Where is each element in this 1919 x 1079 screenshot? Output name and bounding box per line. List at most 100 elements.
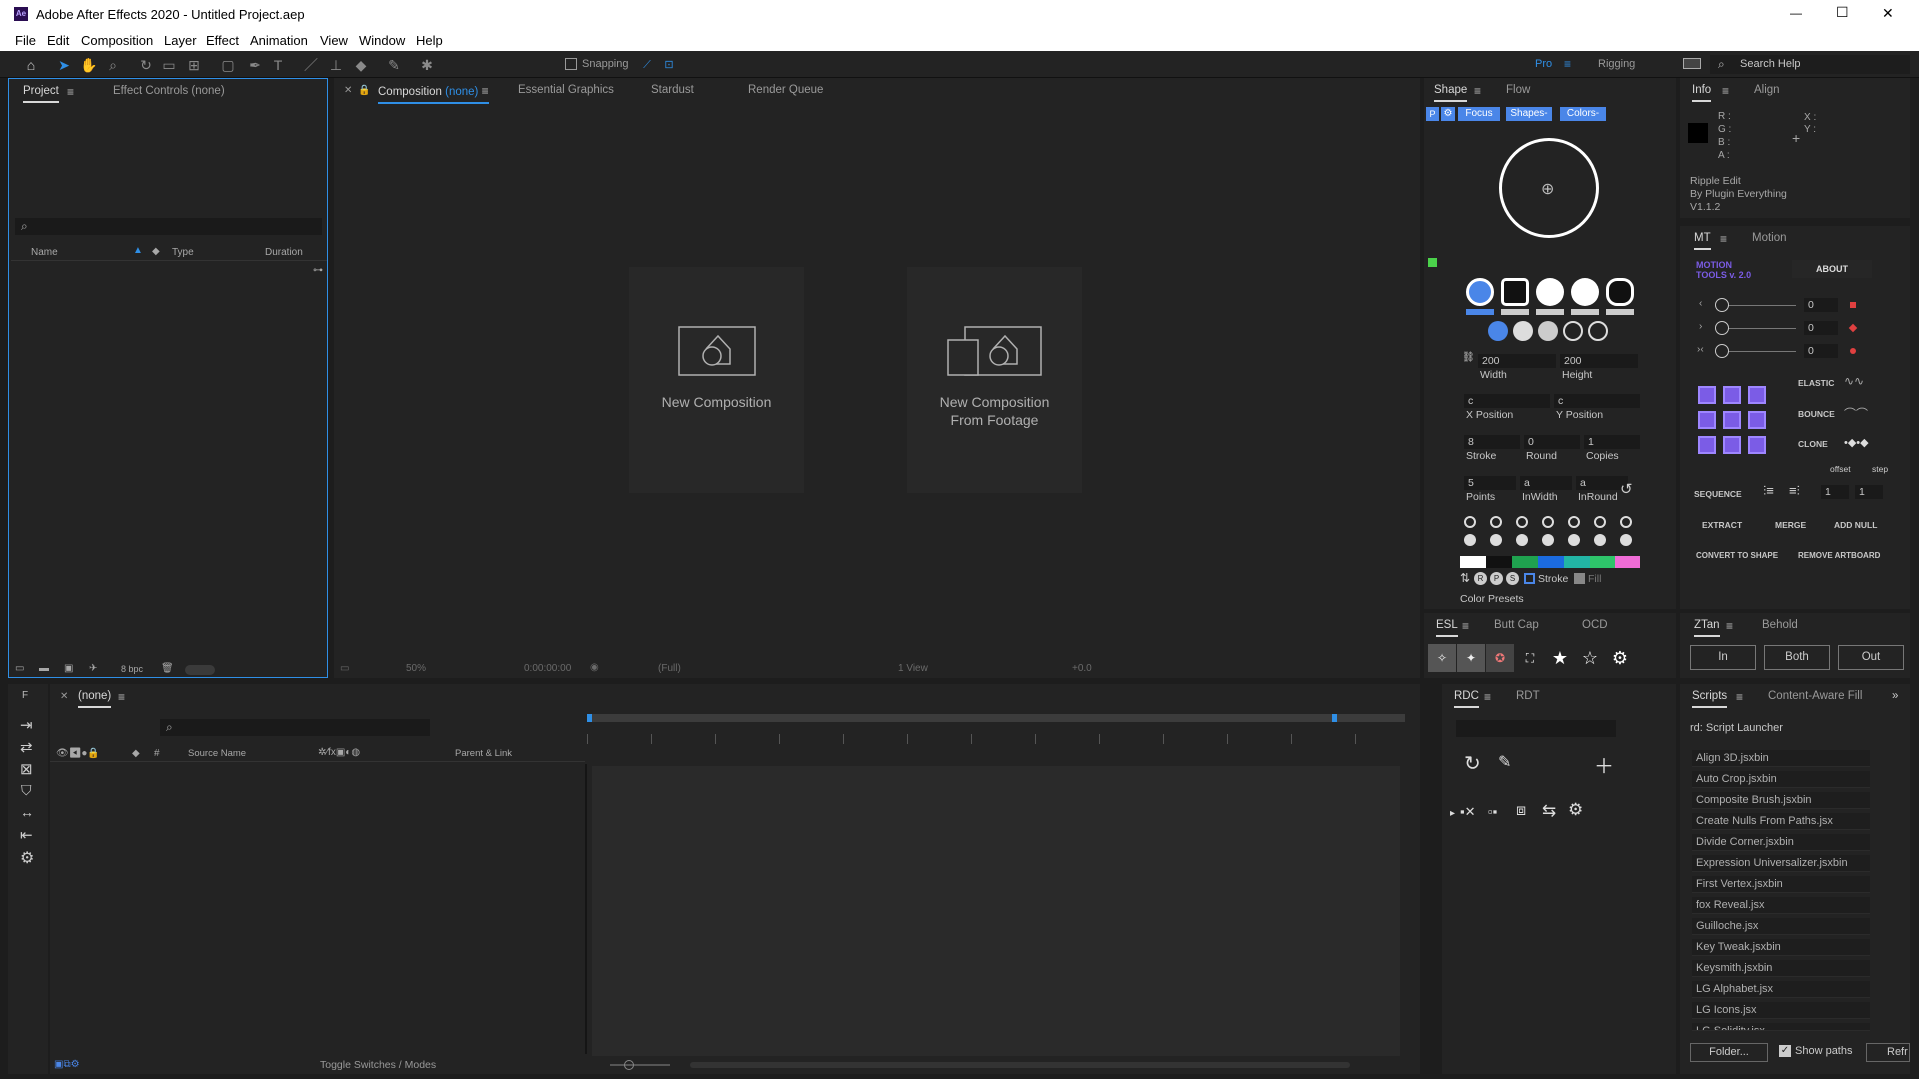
step-field[interactable]: 1 xyxy=(1855,485,1883,499)
focus-button[interactable]: Focus xyxy=(1458,107,1500,121)
current-time[interactable]: 0:00:00:00 xyxy=(524,663,571,674)
tab-essential-graphics[interactable]: Essential Graphics xyxy=(518,84,614,96)
stroke-checkbox[interactable] xyxy=(1524,573,1535,584)
ztan-in-button[interactable]: In xyxy=(1690,645,1756,670)
fill-mode-4[interactable] xyxy=(1563,321,1583,341)
lock-icon[interactable]: 🔒 xyxy=(358,85,370,96)
green-indicator[interactable] xyxy=(1428,258,1437,267)
horizontal-split-button[interactable] xyxy=(1536,278,1564,306)
color-picker-bottom-1[interactable] xyxy=(1490,534,1502,546)
red-square-icon[interactable] xyxy=(1850,302,1856,308)
rotate-tool-icon[interactable]: ↻ xyxy=(137,56,155,74)
inwidth-field[interactable]: a xyxy=(1520,476,1572,490)
star-wand-icon[interactable]: ✧ xyxy=(1428,644,1456,672)
color-presets-label[interactable]: Color Presets xyxy=(1460,593,1524,605)
script-item[interactable]: Create Nulls From Paths.jsx xyxy=(1692,813,1870,830)
frame-select-icon[interactable]: ⧈ xyxy=(1516,802,1526,820)
fill-mode-5[interactable] xyxy=(1588,321,1608,341)
tab-render-queue[interactable]: Render Queue xyxy=(748,84,823,96)
tab-scripts[interactable]: Scripts xyxy=(1692,690,1728,708)
project-menu-icon[interactable]: ≡ xyxy=(67,85,74,99)
close-timeline-icon[interactable]: ✕ xyxy=(60,691,68,702)
camera-snapshot-icon[interactable]: ◉ xyxy=(590,662,599,673)
column-duration[interactable]: Duration xyxy=(265,247,303,258)
tab-mt[interactable]: MT xyxy=(1694,232,1711,250)
link-icon[interactable]: ⛓ xyxy=(1462,352,1475,363)
color-picker-bottom-6[interactable] xyxy=(1620,534,1632,546)
snap-edge-icon[interactable]: ⟋ xyxy=(638,56,656,74)
chevron-left-icon[interactable]: ‹ xyxy=(1699,298,1702,309)
new-folder-icon[interactable]: ▬ xyxy=(39,663,49,674)
anchor-cell-2-1[interactable] xyxy=(1723,436,1741,454)
tab-butt-cap[interactable]: Butt Cap xyxy=(1494,619,1539,631)
stretch-icon[interactable]: ↔ xyxy=(20,804,34,820)
menu-composition[interactable]: Composition xyxy=(81,33,153,48)
bounce-button[interactable]: BOUNCE xyxy=(1798,409,1835,419)
remove-nodes-icon[interactable]: ▪✕ xyxy=(1460,804,1476,820)
clone-button[interactable]: CLONE xyxy=(1798,439,1828,449)
anchor-cell-1-2[interactable] xyxy=(1748,411,1766,429)
toggle-switches-modes[interactable]: Toggle Switches / Modes xyxy=(320,1059,436,1071)
tab-content-aware-fill[interactable]: Content-Aware Fill xyxy=(1768,690,1862,702)
elastic-button[interactable]: ELASTIC xyxy=(1798,378,1834,388)
red-diamond-icon[interactable] xyxy=(1848,323,1858,333)
work-area-end[interactable] xyxy=(1332,714,1337,722)
fill-mode-2[interactable] xyxy=(1513,321,1533,341)
timeline-graph-area[interactable] xyxy=(592,766,1400,1056)
script-item[interactable]: fox Reveal.jsx xyxy=(1692,897,1870,914)
show-paths-checkbox[interactable]: ✓ xyxy=(1779,1045,1791,1057)
zoom-slider-knob[interactable] xyxy=(624,1060,634,1070)
color-picker-top-4[interactable] xyxy=(1568,516,1580,528)
menu-help[interactable]: Help xyxy=(416,33,443,48)
p-button[interactable]: P xyxy=(1426,107,1439,121)
sort-up-icon[interactable]: ▲ xyxy=(133,245,143,256)
align-left-icon[interactable]: ⇤ xyxy=(20,826,33,844)
type-tool-icon[interactable]: T xyxy=(269,56,287,74)
ztan-both-button[interactable]: Both xyxy=(1764,645,1830,670)
remove-artboard-button[interactable]: REMOVE ARTBOARD xyxy=(1798,551,1880,560)
stroke-field[interactable]: 8 xyxy=(1464,435,1520,449)
color-picker-top-5[interactable] xyxy=(1594,516,1606,528)
sort-arrows-icon[interactable]: ⇅ xyxy=(1460,571,1470,585)
roto-brush-icon[interactable]: ✎ xyxy=(385,56,403,74)
colors-button[interactable]: Colors- xyxy=(1560,107,1606,121)
script-item[interactable]: First Vertex.jsxbin xyxy=(1692,876,1870,893)
work-area-start[interactable] xyxy=(587,714,592,722)
color-picker-bottom-3[interactable] xyxy=(1542,534,1554,546)
menu-animation[interactable]: Animation xyxy=(250,33,308,48)
tab-ocd[interactable]: OCD xyxy=(1582,619,1608,631)
slider-3[interactable] xyxy=(1720,351,1796,352)
anchor-cell-1-1[interactable] xyxy=(1723,411,1741,429)
snap-grid-icon[interactable]: ⊡ xyxy=(660,56,678,74)
comp-menu-icon[interactable]: ≡ xyxy=(482,84,489,98)
menu-file[interactable]: File xyxy=(15,33,36,48)
exposure-value[interactable]: +0.0 xyxy=(1072,663,1092,674)
thumbnail-toggle[interactable] xyxy=(185,665,215,675)
script-item[interactable]: Align 3D.jsxbin xyxy=(1692,750,1870,767)
script-item[interactable]: Composite Brush.jsxbin xyxy=(1692,792,1870,809)
gear-icon[interactable]: ⚙ xyxy=(20,848,34,868)
script-item[interactable]: LG Solidity.jsx xyxy=(1692,1023,1870,1031)
clone-stamp-icon[interactable]: ⊥ xyxy=(327,56,345,74)
zoom-select[interactable]: 50% xyxy=(406,663,426,674)
f-tab[interactable]: F xyxy=(22,690,28,701)
about-button[interactable]: ABOUT xyxy=(1792,260,1872,278)
new-comp-icon[interactable]: ▣ xyxy=(64,663,73,674)
shapes-button[interactable]: Shapes- xyxy=(1506,107,1552,121)
anchor-cell-2-0[interactable] xyxy=(1698,436,1716,454)
round-field[interactable]: 0 xyxy=(1524,435,1580,449)
tab-motion[interactable]: Motion xyxy=(1752,232,1787,244)
xpos-field[interactable]: c xyxy=(1464,394,1550,408)
view-layout-select[interactable]: 1 View xyxy=(898,663,928,674)
minimize-button[interactable]: — xyxy=(1790,6,1802,20)
tab-project[interactable]: Project xyxy=(23,85,59,103)
new-composition-button[interactable]: New Composition xyxy=(629,267,804,493)
project-settings-icon[interactable]: ✈ xyxy=(89,663,97,674)
menu-layer[interactable]: Layer xyxy=(164,33,197,48)
folder-button[interactable]: Folder... xyxy=(1690,1043,1768,1062)
new-comp-from-footage-button[interactable]: New Composition From Footage xyxy=(907,267,1082,493)
color-picker-top-2[interactable] xyxy=(1516,516,1528,528)
add-icon[interactable]: ＋ xyxy=(1594,750,1614,779)
snapping-checkbox[interactable] xyxy=(565,58,577,70)
marker-icon[interactable]: ⛉ xyxy=(21,782,32,799)
